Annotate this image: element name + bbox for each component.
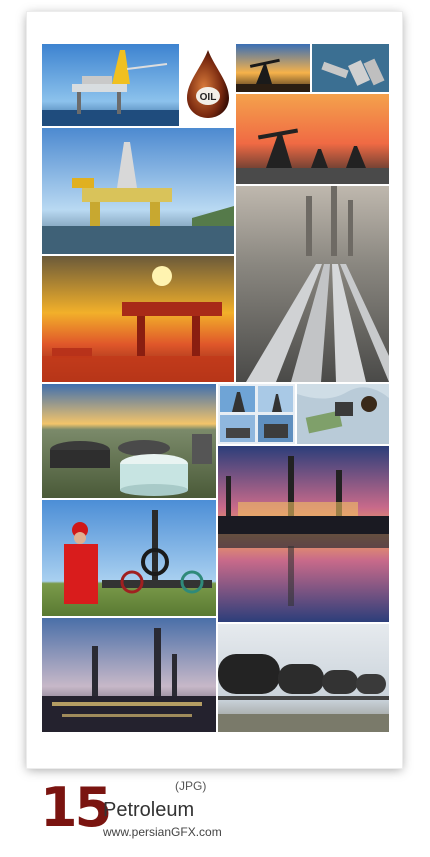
map-and-money-photo[interactable] — [297, 384, 389, 444]
refinery-reflection-photo[interactable] — [218, 446, 389, 622]
pumpjack-sunset-photo[interactable] — [236, 44, 310, 92]
collection-count: 15 — [40, 776, 112, 839]
tanker-train-photo[interactable] — [218, 624, 389, 732]
collection-title: Petroleum — [103, 799, 195, 821]
website-link[interactable]: www.persianGFX.com — [103, 825, 222, 839]
oil-drop-logo: OIL — [185, 48, 231, 120]
sunset-rig-photo[interactable] — [42, 256, 234, 382]
tanker-ships-photo[interactable] — [312, 44, 389, 92]
pipeline-perspective-photo[interactable] — [236, 186, 389, 382]
oil-badge-text: OIL — [200, 92, 217, 103]
refinery-dusk-photo[interactable] — [42, 618, 216, 732]
oil-field-collage-photo[interactable] — [218, 384, 295, 444]
collage-card: OIL — [27, 12, 402, 768]
offshore-rig-photo[interactable] — [42, 44, 179, 126]
pumpjack-field-photo[interactable] — [236, 94, 389, 184]
storage-tanks-photo[interactable] — [42, 384, 216, 498]
semi-submersible-rig-photo[interactable] — [42, 128, 234, 254]
file-format-label: (JPG) — [175, 779, 207, 793]
worker-valve-photo[interactable] — [42, 500, 216, 616]
